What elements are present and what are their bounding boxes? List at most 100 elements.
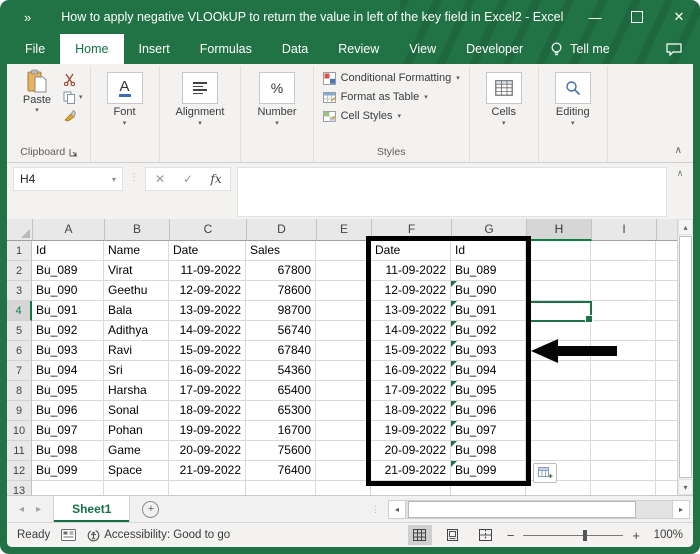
cell-I2[interactable] <box>591 261 656 281</box>
cell-H13[interactable] <box>526 481 591 495</box>
cell-D2[interactable]: 67800 <box>246 261 316 281</box>
hscroll-track[interactable] <box>406 500 672 519</box>
cell-G2[interactable]: Bu_089 <box>451 261 526 281</box>
cell-E5[interactable] <box>316 321 371 341</box>
cell-E13[interactable] <box>316 481 371 495</box>
cell-I9[interactable] <box>591 401 656 421</box>
cell-G7[interactable]: Bu_094 <box>451 361 526 381</box>
col-header-B[interactable]: B <box>105 219 170 241</box>
select-all-corner[interactable] <box>7 219 33 241</box>
paste-button[interactable]: Paste ▾ <box>16 69 58 122</box>
cells-button[interactable]: Cells ▾ <box>477 69 531 127</box>
cell-B1[interactable]: Name <box>104 241 169 261</box>
cell-G12[interactable]: Bu_099 <box>451 461 526 481</box>
cell-D10[interactable]: 16700 <box>246 421 316 441</box>
zoom-out-button[interactable]: − <box>507 528 515 543</box>
zoom-slider-handle[interactable] <box>583 530 587 541</box>
cell-G8[interactable]: Bu_095 <box>451 381 526 401</box>
cell-B9[interactable]: Sonal <box>104 401 169 421</box>
font-button[interactable]: A Font ▾ <box>98 69 152 127</box>
cell-A6[interactable]: Bu_093 <box>32 341 104 361</box>
scroll-down-icon[interactable]: ▾ <box>678 479 693 495</box>
cell-B13[interactable] <box>104 481 169 495</box>
zoom-in-button[interactable]: + <box>632 528 640 543</box>
col-header-D[interactable]: D <box>247 219 317 241</box>
cell-H7[interactable] <box>526 361 591 381</box>
cell-E4[interactable] <box>316 301 371 321</box>
cell-F10[interactable]: 19-09-2022 <box>371 421 451 441</box>
cell-D4[interactable]: 98700 <box>246 301 316 321</box>
cell-F8[interactable]: 17-09-2022 <box>371 381 451 401</box>
tell-me[interactable]: Tell me <box>538 34 622 64</box>
cell-B7[interactable]: Sri <box>104 361 169 381</box>
cell-F4[interactable]: 13-09-2022 <box>371 301 451 321</box>
cell-G11[interactable]: Bu_098 <box>451 441 526 461</box>
cell-D1[interactable]: Sales <box>246 241 316 261</box>
tab-split-handle-icon[interactable]: ⋮ <box>371 504 380 515</box>
cell-B6[interactable]: Ravi <box>104 341 169 361</box>
cell-D11[interactable]: 75600 <box>246 441 316 461</box>
clipboard-dialog-launcher-icon[interactable] <box>69 148 78 157</box>
cell-G3[interactable]: Bu_090 <box>451 281 526 301</box>
cell-B11[interactable]: Game <box>104 441 169 461</box>
close-button[interactable]: ✕ <box>658 0 700 34</box>
cell-A8[interactable]: Bu_095 <box>32 381 104 401</box>
cell-G4[interactable]: Bu_091 <box>451 301 526 321</box>
row-header-2[interactable]: 2 <box>7 261 32 281</box>
cell-D5[interactable]: 56740 <box>246 321 316 341</box>
cell-I3[interactable] <box>591 281 656 301</box>
row-header-7[interactable]: 7 <box>7 361 32 381</box>
insert-function-button[interactable]: fx <box>202 172 230 186</box>
cell-H9[interactable] <box>526 401 591 421</box>
cell-I10[interactable] <box>591 421 656 441</box>
cell-G1[interactable]: Id <box>451 241 526 261</box>
cell-G13[interactable] <box>451 481 526 495</box>
paste-options-button[interactable] <box>533 463 557 483</box>
cell-A12[interactable]: Bu_099 <box>32 461 104 481</box>
hscroll-thumb[interactable] <box>408 501 636 518</box>
cell-C1[interactable]: Date <box>169 241 246 261</box>
cell-A9[interactable]: Bu_096 <box>32 401 104 421</box>
macro-record-icon[interactable] <box>61 529 76 541</box>
cell-I12[interactable] <box>591 461 656 481</box>
hscroll-left-icon[interactable]: ◂ <box>388 500 406 519</box>
cell-C2[interactable]: 11-09-2022 <box>169 261 246 281</box>
cell-E8[interactable] <box>316 381 371 401</box>
horizontal-scrollbar[interactable]: ⋮ ◂ ▸ <box>371 496 693 522</box>
cell-E2[interactable] <box>316 261 371 281</box>
cell-D9[interactable]: 65300 <box>246 401 316 421</box>
cell-C4[interactable]: 13-09-2022 <box>169 301 246 321</box>
cut-button[interactable] <box>63 72 83 86</box>
page-break-view-button[interactable] <box>474 525 498 545</box>
cell-C7[interactable]: 16-09-2022 <box>169 361 246 381</box>
cell-E11[interactable] <box>316 441 371 461</box>
cell-E9[interactable] <box>316 401 371 421</box>
formula-input[interactable] <box>237 167 667 217</box>
col-header-E[interactable]: E <box>317 219 372 241</box>
cell-H1[interactable] <box>526 241 591 261</box>
vertical-scrollbar[interactable]: ▴ ▾ <box>677 219 693 495</box>
cell-F6[interactable]: 15-09-2022 <box>371 341 451 361</box>
cell-E6[interactable] <box>316 341 371 361</box>
col-header-H[interactable]: H <box>527 219 592 241</box>
cell-C9[interactable]: 18-09-2022 <box>169 401 246 421</box>
cell-F13[interactable] <box>371 481 451 495</box>
cell-B4[interactable]: Bala <box>104 301 169 321</box>
row-header-6[interactable]: 6 <box>7 341 32 361</box>
cell-F1[interactable]: Date <box>371 241 451 261</box>
tab-home[interactable]: Home <box>60 34 123 64</box>
copy-button[interactable]: ▾ <box>63 90 83 104</box>
cell-A5[interactable]: Bu_092 <box>32 321 104 341</box>
cell-E7[interactable] <box>316 361 371 381</box>
cell-H2[interactable] <box>526 261 591 281</box>
name-box[interactable]: H4 ▾ <box>13 167 123 191</box>
cell-C10[interactable]: 19-09-2022 <box>169 421 246 441</box>
worksheet-grid[interactable]: ABCDEFGHI1IdNameDateSalesDateId2Bu_089Vi… <box>7 219 693 495</box>
quick-access-toolbar-icon[interactable]: » <box>24 10 31 25</box>
cell-H8[interactable] <box>526 381 591 401</box>
cell-G5[interactable]: Bu_092 <box>451 321 526 341</box>
scroll-up-icon[interactable]: ▴ <box>678 219 693 235</box>
cell-E12[interactable] <box>316 461 371 481</box>
cell-C3[interactable]: 12-09-2022 <box>169 281 246 301</box>
cell-B5[interactable]: Adithya <box>104 321 169 341</box>
